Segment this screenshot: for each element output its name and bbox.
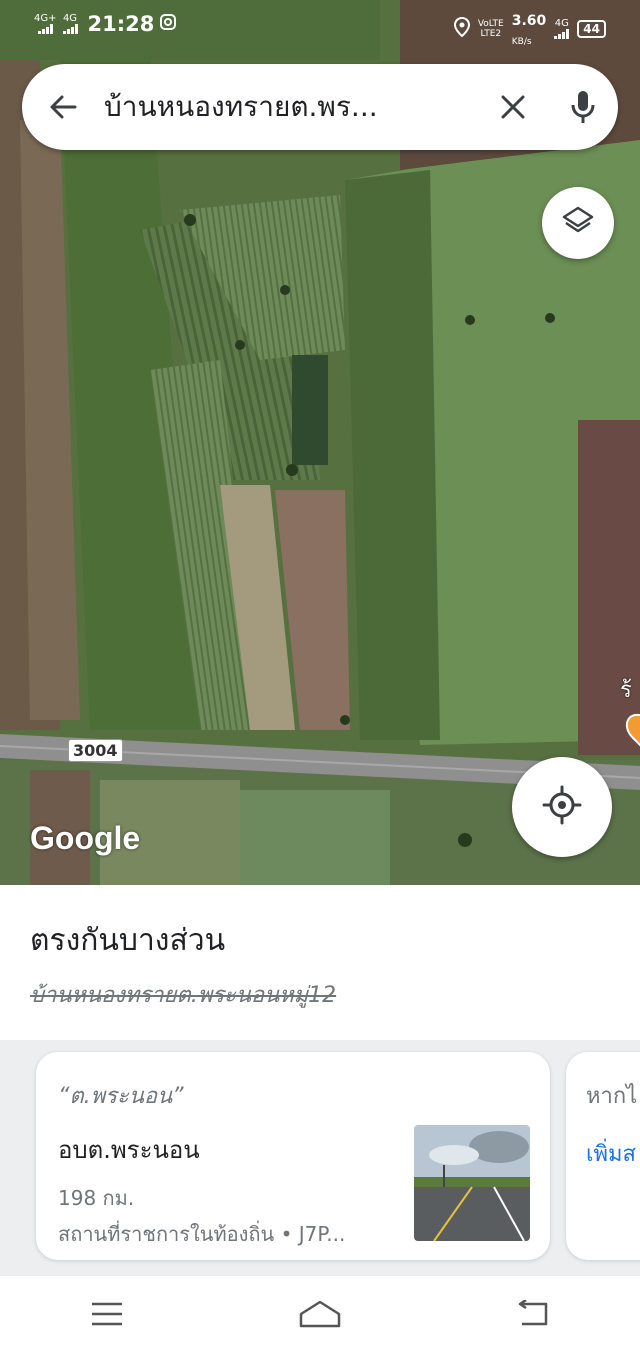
place-distance: 198 กม. [58, 1186, 135, 1210]
volte-indicator: VoLTE LTE2 [478, 19, 504, 39]
clock: 21:28 [87, 12, 155, 36]
road-number-label: 3004 [68, 739, 123, 762]
sim1-network-label: 4G+ [34, 13, 57, 24]
place-category: สถานที่ราชการในท้องถิ่น • J7P... [58, 1222, 346, 1246]
data-network-label: 4G [554, 18, 569, 29]
result-card-partial[interactable]: หากไ เพิ่มส [566, 1052, 640, 1260]
search-bar[interactable]: บ้านหนองทรายต.พร... [22, 64, 618, 150]
partial-query-text: หากไ [586, 1084, 638, 1109]
data-signal-icon: 4G [554, 18, 570, 39]
search-query-text[interactable]: บ้านหนองทรายต.พร... [104, 85, 478, 129]
menu-icon[interactable] [67, 1284, 147, 1344]
net-speed-value: 3.60 [511, 13, 547, 29]
my-location-button[interactable] [512, 757, 612, 857]
battery-icon: 44 [577, 20, 606, 38]
home-icon[interactable] [280, 1284, 360, 1344]
results-carousel[interactable]: “ต.พระนอน” อบต.พระนอน 198 กม. สถานที่ราช… [0, 1040, 640, 1276]
result-panel: ตรงกันบางส่วน บ้านหนองทรายต.พระนอนหมู่12 [0, 885, 640, 1040]
microphone-icon[interactable] [548, 89, 618, 125]
layers-button[interactable] [542, 187, 614, 259]
google-logo: Google [30, 820, 141, 856]
add-place-link[interactable]: เพิ่มส [586, 1136, 636, 1171]
result-title: ตรงกันบางส่วน [30, 923, 226, 958]
result-card[interactable]: “ต.พระนอน” อบต.พระนอน 198 กม. สถานที่ราช… [36, 1052, 550, 1260]
net-speed-unit: KB/s [511, 37, 532, 47]
sim1-signal-icon: 4G+ [34, 14, 57, 34]
sim2-signal-icon: 4G [62, 13, 78, 34]
place-name: อบต.พระนอน [58, 1136, 200, 1164]
back-icon[interactable] [493, 1284, 573, 1344]
arrow-left-icon[interactable] [22, 91, 104, 123]
net-speed: 3.60 KB/s [512, 10, 547, 48]
instagram-notification-icon [160, 14, 177, 34]
struck-query: บ้านหนองทรายต.พระนอนหมู่12 [30, 983, 337, 1008]
status-bar: 4G+ 4G 21:28 VoLTE LTE2 3.60 KB/s 4G 44 [0, 0, 640, 50]
layers-icon [561, 204, 595, 242]
system-nav-bar [0, 1276, 640, 1351]
close-icon[interactable] [478, 93, 548, 121]
location-icon [453, 16, 470, 41]
status-bar-left: 4G+ 4G 21:28 [34, 12, 177, 36]
place-label[interactable]: ร้ [620, 672, 632, 707]
my-location-icon [542, 785, 582, 829]
sim2-network-label: 4G [62, 13, 78, 24]
place-photo[interactable] [414, 1125, 530, 1241]
lte-label: LTE2 [480, 29, 502, 39]
status-bar-right: VoLTE LTE2 3.60 KB/s 4G 44 [453, 10, 606, 48]
matched-quote: “ต.พระนอน” [58, 1084, 184, 1109]
volte-label: VoLTE [477, 19, 504, 29]
